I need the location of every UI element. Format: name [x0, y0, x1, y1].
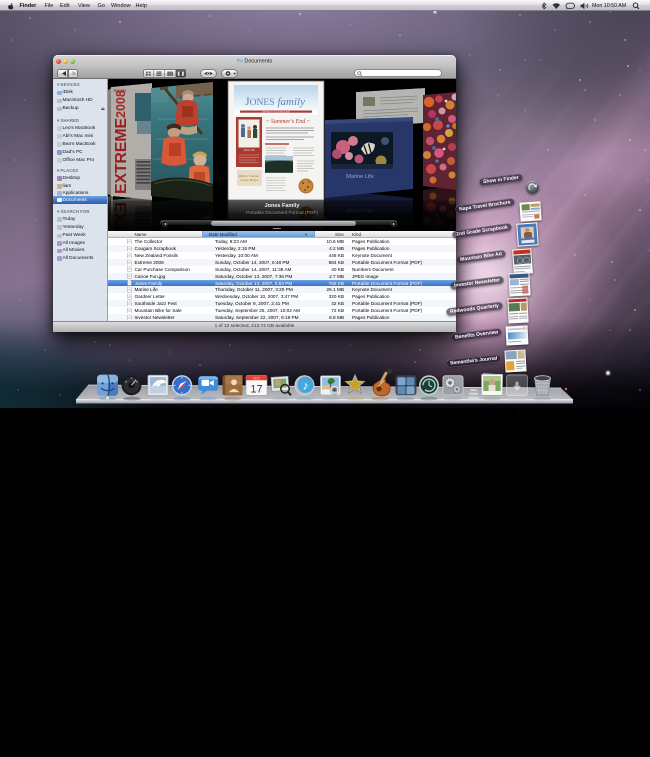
- svg-text:OCT: OCT: [253, 376, 260, 380]
- svg-text:17: 17: [250, 383, 262, 395]
- svg-text:♪: ♪: [303, 378, 309, 392]
